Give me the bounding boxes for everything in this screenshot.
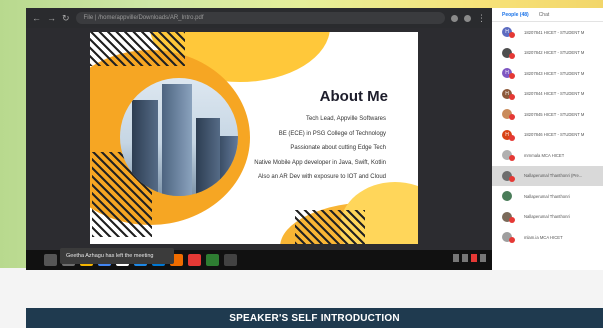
bio-point: Tech Lead, Appville Softwares <box>305 116 386 122</box>
meeting-notification: Geetha Azhagu has left the meeting <box>60 248 174 264</box>
shared-screen: ← → ↻ File | /home/appville/Downloads/AR… <box>26 8 492 270</box>
participant[interactable]: Nallaperumal Thanthonri (Pre... <box>492 165 603 186</box>
participant[interactable]: Nallaperumal Thanthonri <box>492 207 603 228</box>
participant-name: mlam.ia MCA HICET <box>524 234 563 240</box>
participant-name: 18207841 HICET - STUDENT M <box>524 29 585 35</box>
participant[interactable]: H 18207846 HICET - STUDENT M <box>492 125 603 146</box>
tray-icon[interactable] <box>480 254 486 262</box>
bio-point: BE (ECE) in PSG College of Technology <box>278 130 386 137</box>
forward-icon[interactable]: → <box>47 13 56 23</box>
tray-icon[interactable] <box>462 254 468 262</box>
app-icon[interactable] <box>206 254 219 266</box>
muted-icon <box>509 93 515 100</box>
participant-list: H 18207841 HICET - STUDENT M 18207842 HI… <box>492 22 603 248</box>
participant-name: 18207844 HICET - STUDENT M <box>524 91 585 97</box>
participant-name: Nallaperumal Thanthonri <box>524 214 570 220</box>
tab-chat[interactable]: Chat <box>539 12 550 18</box>
muted-icon <box>509 237 515 243</box>
avatar <box>502 191 512 202</box>
participant-name: Nallaperumal Thanthonri <box>524 193 570 199</box>
reload-icon[interactable]: ↻ <box>62 13 70 24</box>
muted-icon <box>509 216 515 223</box>
muted-icon <box>509 155 515 161</box>
skyscraper-photo <box>120 78 238 196</box>
slide-title: About Me <box>319 88 388 105</box>
muted-icon <box>509 175 515 182</box>
address-bar[interactable]: File | /home/appville/Downloads/AR_Intro… <box>75 12 445 24</box>
participant[interactable]: H 18207843 HICET - STUDENT M <box>492 63 603 84</box>
back-icon[interactable]: ← <box>32 13 41 23</box>
section-title: SPEAKER'S SELF INTRODUCTION <box>229 313 400 324</box>
bio-point: Passionate about cutting Edge Tech <box>290 145 386 151</box>
participant-name: 18207845 HICET - STUDENT M <box>524 111 585 117</box>
bio-points: Tech Lead, Appville Softwares BE (ECE) i… <box>254 112 386 185</box>
app-icon[interactable] <box>224 254 237 266</box>
participant-name: mrnmala MCA HICET <box>524 152 565 158</box>
menu-icon[interactable]: ⋮ <box>477 13 486 24</box>
bio-point: Also an AR Dev with exposure to IOT and … <box>258 174 386 180</box>
hatch-pattern <box>90 32 185 66</box>
tray-icon[interactable] <box>453 254 459 262</box>
tray-icon[interactable] <box>471 254 477 262</box>
tab-people[interactable]: People (48) <box>502 12 529 18</box>
participant-name: 18207846 HICET - STUDENT M <box>524 132 585 138</box>
participant-name: 18207843 HICET - STUDENT M <box>524 70 585 76</box>
participant[interactable]: mlam.ia MCA HICET <box>492 227 603 248</box>
muted-icon <box>509 134 515 141</box>
system-tray <box>453 254 486 262</box>
section-title-bar: SPEAKER'S SELF INTRODUCTION <box>26 308 603 328</box>
hatch-pattern <box>295 210 365 244</box>
participant-name: 18207842 HICET - STUDENT M <box>524 50 585 56</box>
participant[interactable]: Nallaperumal Thanthonri <box>492 186 603 207</box>
extension-icon[interactable] <box>451 14 458 22</box>
participant[interactable]: 18207842 HICET - STUDENT M <box>492 43 603 64</box>
participant[interactable]: mrnmala MCA HICET <box>492 145 603 166</box>
presentation-slide: About Me Tech Lead, Appville Softwares B… <box>90 32 418 244</box>
panel-tabs: People (48) Chat <box>492 8 603 22</box>
participant-name: Nallaperumal Thanthonri (Pre... <box>524 173 583 179</box>
participant[interactable]: 18207845 HICET - STUDENT M <box>492 104 603 125</box>
start-icon[interactable] <box>44 254 57 266</box>
participant[interactable]: H 18207841 HICET - STUDENT M <box>492 22 603 43</box>
bio-point: Native Mobile App developer in Java, Swi… <box>254 159 386 166</box>
app-icon[interactable] <box>188 254 201 266</box>
meet-people-panel: People (48) Chat H 18207841 HICET - STUD… <box>492 8 603 270</box>
muted-icon <box>509 114 515 120</box>
pdf-viewer: About Me Tech Lead, Appville Softwares B… <box>26 28 492 250</box>
browser-toolbar: ← → ↻ File | /home/appville/Downloads/AR… <box>26 8 492 28</box>
profile-icon[interactable] <box>464 14 471 22</box>
participant[interactable]: H 18207844 HICET - STUDENT M <box>492 84 603 105</box>
muted-icon <box>509 32 515 38</box>
muted-icon <box>509 52 515 59</box>
muted-icon <box>509 73 515 79</box>
